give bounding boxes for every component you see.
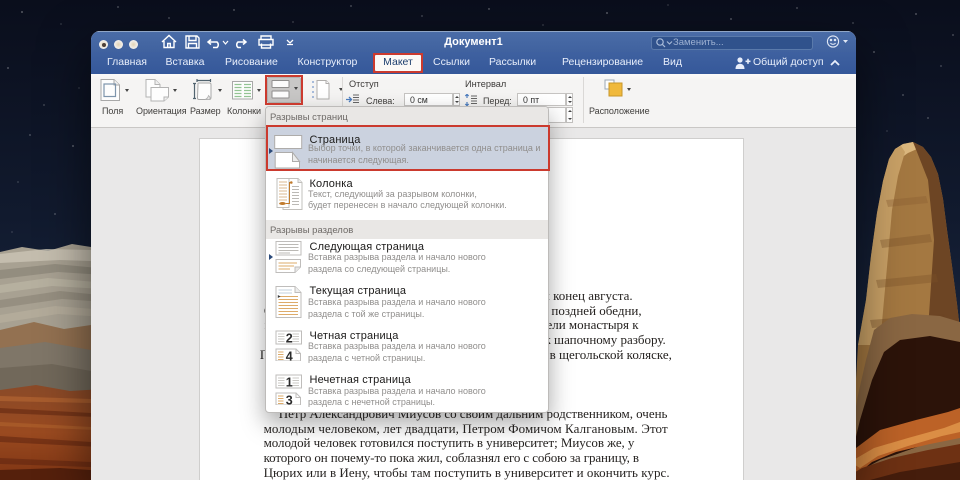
svg-text:2: 2: [286, 332, 293, 346]
svg-text:1: 1: [286, 376, 293, 390]
svg-text:4: 4: [286, 350, 293, 362]
svg-text:3: 3: [286, 394, 293, 406]
